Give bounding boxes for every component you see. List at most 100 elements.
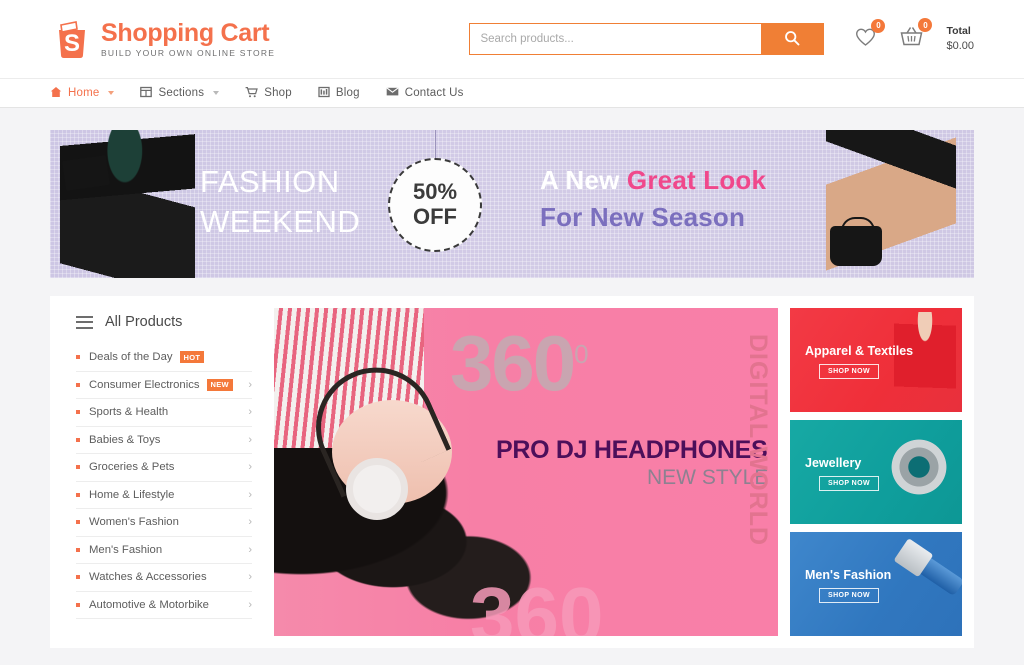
slider-headline: PRO DJ HEADPHONES [496, 436, 768, 464]
category-sidebar: All Products Deals of the Day HOT Consumer… [62, 308, 262, 636]
content-panel-wrap: All Products Deals of the Day HOT Consumer… [0, 278, 1024, 648]
hero-headline: FASHION WEEKEND [200, 162, 360, 241]
logo-title: Shopping Cart [101, 18, 270, 47]
search-input[interactable] [470, 24, 762, 54]
chevron-right-icon: › [248, 488, 252, 501]
nav-item-sections-label: Sections [158, 87, 205, 99]
site-logo[interactable]: S Shopping Cart BUILD YOUR OWN ONLINE ST… [50, 17, 275, 61]
nav-item-contact-us[interactable]: Contact Us [386, 86, 464, 100]
grid-icon [140, 86, 153, 101]
cart-total-label: Total [946, 25, 971, 38]
category-item[interactable]: Men's Fashion › [76, 537, 252, 564]
category-item[interactable]: Home & Lifestyle › [76, 482, 252, 509]
discount-tag-string [435, 130, 436, 160]
hero-headline-line2: WEEKEND [200, 203, 361, 239]
bullet-icon [76, 382, 80, 387]
sidebar-title: All Products [105, 314, 183, 330]
search-box [469, 23, 825, 55]
shop-now-button[interactable]: SHOP NOW [819, 364, 879, 379]
search-button[interactable] [761, 24, 824, 54]
category-item[interactable]: Sports & Health › [76, 399, 252, 427]
chevron-right-icon: › [248, 406, 252, 419]
bullet-icon [76, 602, 80, 607]
nav-item-blog[interactable]: Blog [318, 86, 360, 101]
main-navigation: Home Sections Shop Blog Contact Us [0, 78, 1024, 108]
category-item-label: Home & Lifestyle [89, 488, 175, 501]
search-area [469, 23, 825, 55]
bullet-icon [76, 465, 80, 470]
discount-percent: 50% [412, 179, 458, 205]
category-item[interactable]: Groceries & Pets › [76, 454, 252, 482]
hero-sub-line2: For New Season [540, 201, 746, 232]
bullet-icon [76, 547, 80, 552]
hamburger-icon [76, 315, 93, 329]
promo-card-apparel[interactable]: Apparel & Textiles SHOP NOW [790, 308, 962, 412]
chevron-right-icon: › [248, 598, 252, 611]
ring-image [888, 436, 950, 498]
category-item[interactable]: Babies & Toys › [76, 427, 252, 454]
bullet-icon [76, 575, 80, 580]
hero-headline-line1: FASHION [200, 164, 340, 199]
search-icon [784, 30, 800, 49]
category-item[interactable]: Automotive & Motorbike › [76, 592, 252, 619]
cart-button[interactable]: 0 [899, 18, 933, 52]
nav-item-sections[interactable]: Sections [140, 86, 220, 101]
headphone-cup-image [346, 458, 408, 520]
chevron-down-icon [108, 91, 115, 95]
nav-item-home[interactable]: Home [50, 86, 115, 101]
category-item-label: Automotive & Motorbike [89, 598, 209, 611]
slider-big-number: 3600 [450, 319, 589, 407]
chevron-down-icon [213, 91, 220, 95]
chevron-right-icon: › [248, 543, 252, 556]
product-slider[interactable]: 360 3600 PRO DJ HEADPHONES NEW STYLE DIG… [274, 308, 778, 636]
category-item-label: Women's Fashion [89, 516, 179, 529]
hero-banner[interactable]: FASHION WEEKEND 50% OFF A New Great Look… [50, 130, 974, 278]
sidebar-header[interactable]: All Products [76, 314, 252, 344]
category-list: Deals of the Day HOT Consumer Electronics N… [76, 344, 252, 619]
category-badge: NEW [206, 378, 233, 391]
discount-off-label: OFF [413, 204, 457, 229]
envelope-icon [386, 86, 399, 100]
nav-item-shop-label: Shop [264, 87, 292, 99]
heart-icon [854, 28, 877, 51]
bullet-icon [76, 520, 80, 525]
promo-card-mens-fashion[interactable]: Men's Fashion SHOP NOW [790, 532, 962, 636]
promo-card-column: Apparel & Textiles SHOP NOW Jewellery SH… [790, 308, 962, 636]
promo-title: Men's Fashion [805, 568, 892, 582]
nav-item-shop[interactable]: Shop [245, 86, 292, 101]
hero-banner-wrap: FASHION WEEKEND 50% OFF A New Great Look… [0, 108, 1024, 278]
category-item[interactable]: Watches & Accessories › [76, 564, 252, 592]
chevron-right-icon: › [248, 461, 252, 474]
cart-count-badge: 0 [918, 18, 933, 33]
category-item[interactable]: Consumer Electronics NEW › [76, 372, 252, 399]
category-item-label: Sports & Health [89, 406, 169, 419]
promo-title: Apparel & Textiles [805, 344, 914, 358]
cart-total-value: $0.00 [946, 39, 974, 52]
clipper-image [872, 535, 962, 628]
chevron-right-icon: › [248, 516, 252, 529]
slider-ghost-number: 360 [470, 571, 604, 636]
site-header: S Shopping Cart BUILD YOUR OWN ONLINE ST… [0, 0, 1024, 78]
svg-text:S: S [64, 30, 80, 57]
shop-now-button[interactable]: SHOP NOW [819, 476, 879, 491]
promo-card-jewellery[interactable]: Jewellery SHOP NOW [790, 420, 962, 524]
category-item[interactable]: Deals of the Day HOT [76, 344, 252, 372]
promo-title: Jewellery [805, 456, 862, 470]
nav-item-contact-label: Contact Us [404, 87, 464, 99]
shop-now-button[interactable]: SHOP NOW [819, 588, 879, 603]
cart-total: Total $0.00 [946, 24, 974, 53]
bullet-icon [76, 492, 80, 497]
slider-vertical-text: DIGITAL WORLD [744, 334, 772, 547]
category-item-label: Groceries & Pets [89, 461, 175, 474]
wishlist-count-badge: 0 [871, 18, 886, 33]
nav-item-home-label: Home [68, 87, 100, 99]
wishlist-button[interactable]: 0 [854, 18, 886, 52]
fashion-model-left-image [60, 130, 195, 278]
content-panel: All Products Deals of the Day HOT Consumer… [50, 296, 974, 648]
home-icon [50, 86, 62, 101]
nav-item-blog-label: Blog [335, 87, 360, 99]
category-item[interactable]: Women's Fashion › [76, 509, 252, 537]
chevron-right-icon: › [248, 378, 252, 391]
book-icon [318, 86, 330, 101]
hero-sub-line1-b: Great Look [626, 165, 767, 195]
